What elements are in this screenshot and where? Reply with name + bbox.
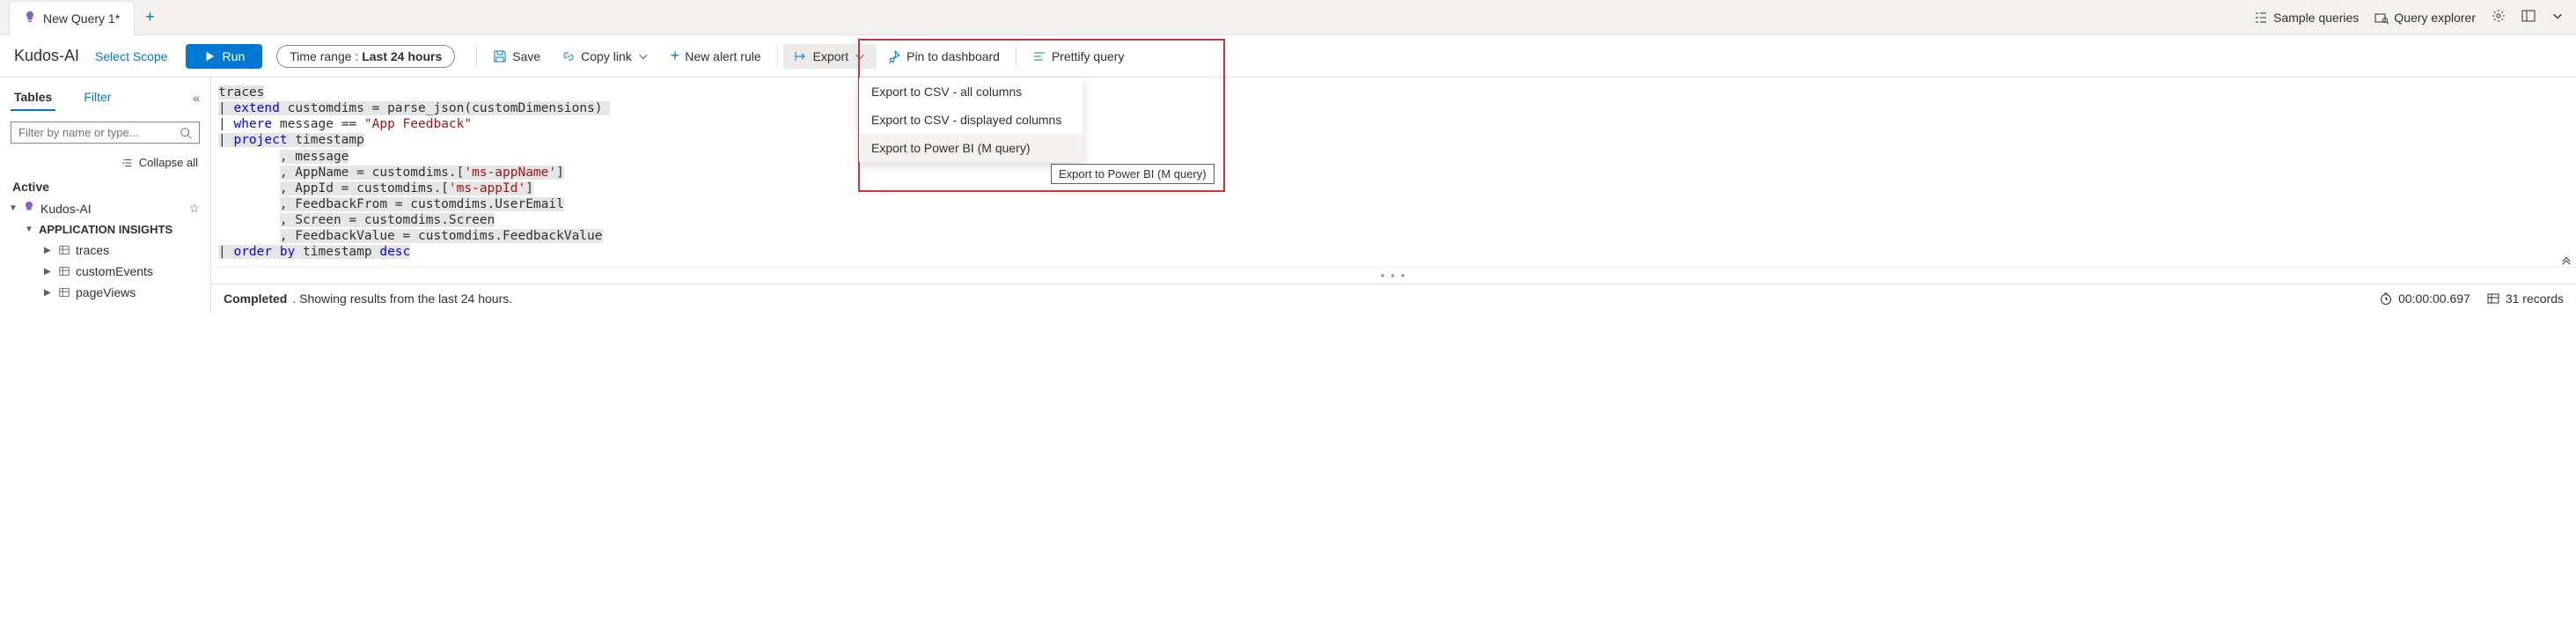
list-icon bbox=[2254, 11, 2268, 25]
select-scope-link[interactable]: Select Scope bbox=[95, 49, 168, 63]
export-menu-item[interactable]: Export to CSV - all columns bbox=[859, 78, 1083, 106]
tree-item[interactable]: ▶traces bbox=[9, 240, 202, 261]
caret-right-icon: ▶ bbox=[44, 246, 53, 255]
panel-icon bbox=[2521, 9, 2536, 23]
table-icon bbox=[2486, 292, 2500, 306]
plus-icon: + bbox=[671, 47, 680, 65]
drag-handle[interactable]: • • • bbox=[211, 267, 2576, 284]
link-icon bbox=[561, 49, 576, 63]
status-bar: Completed . Showing results from the las… bbox=[211, 284, 2576, 313]
chevron-down-icon bbox=[637, 50, 650, 63]
sidebar-tabs: Tables Filter « bbox=[0, 78, 210, 111]
prettify-button[interactable]: Prettify query bbox=[1022, 44, 1134, 69]
collapse-sidebar-button[interactable]: « bbox=[193, 91, 200, 105]
tab-filter[interactable]: Filter bbox=[80, 85, 114, 111]
tab-label: New Query 1* bbox=[43, 11, 120, 26]
settings-button[interactable] bbox=[2492, 9, 2506, 26]
code-editor[interactable]: traces | extend customdims = parse_json(… bbox=[211, 78, 2576, 267]
table-icon bbox=[58, 244, 70, 256]
status-detail: . Showing results from the last 24 hours… bbox=[292, 292, 512, 306]
tab-tables[interactable]: Tables bbox=[11, 85, 55, 111]
top-right-actions: Sample queries Query explorer bbox=[2254, 9, 2576, 26]
separator bbox=[777, 46, 778, 67]
sidebar-tree: ▼ Kudos-AI ☆ ▼ APPLICATION INSIGHTS ▶tra… bbox=[0, 197, 210, 303]
table-icon bbox=[58, 265, 70, 277]
favorite-icon[interactable]: ☆ bbox=[188, 201, 200, 216]
collapse-all-button[interactable]: Collapse all bbox=[0, 154, 210, 171]
editor-area: traces | extend customdims = parse_json(… bbox=[211, 78, 2576, 313]
export-menu: Export to CSV - all columnsExport to CSV… bbox=[859, 78, 1083, 162]
time-range-pill[interactable]: Time range : Last 24 hours bbox=[276, 45, 455, 68]
toolbar: Kudos-AI Select Scope Run Time range : L… bbox=[0, 35, 2576, 78]
caret-down-icon: ▼ bbox=[9, 203, 18, 213]
gear-icon bbox=[2492, 9, 2506, 23]
export-icon bbox=[794, 49, 808, 63]
status-records: 31 records bbox=[2486, 292, 2564, 306]
new-alert-button[interactable]: + New alert rule bbox=[660, 41, 772, 70]
prettify-icon bbox=[1032, 49, 1046, 63]
panel-layout-button[interactable] bbox=[2521, 9, 2536, 26]
play-icon bbox=[203, 50, 216, 63]
main: Tables Filter « Collapse all Active ▼ Ku… bbox=[0, 78, 2576, 313]
stopwatch-icon bbox=[2379, 292, 2393, 306]
tree-item[interactable]: ▶pageViews bbox=[9, 282, 202, 303]
caret-right-icon: ▶ bbox=[44, 288, 53, 298]
caret-down-icon: ▼ bbox=[25, 225, 33, 234]
status-completed: Completed bbox=[224, 292, 287, 306]
search-icon bbox=[180, 127, 192, 139]
status-time: 00:00:00.697 bbox=[2379, 292, 2470, 306]
export-menu-item[interactable]: Export to CSV - displayed columns bbox=[859, 106, 1083, 134]
new-tab-button[interactable]: + bbox=[145, 8, 155, 26]
tree-root[interactable]: ▼ Kudos-AI ☆ bbox=[9, 197, 202, 219]
save-button[interactable]: Save bbox=[482, 44, 551, 69]
chevron-down-icon[interactable] bbox=[2551, 10, 2564, 25]
sample-queries-button[interactable]: Sample queries bbox=[2254, 11, 2359, 25]
query-tab[interactable]: New Query 1* bbox=[9, 1, 135, 35]
folder-search-icon bbox=[2374, 11, 2389, 25]
separator bbox=[476, 46, 477, 67]
pin-icon bbox=[887, 49, 901, 63]
chevron-down-icon bbox=[854, 50, 866, 63]
tab-bar: New Query 1* + Sample queries Query expl… bbox=[0, 0, 2576, 35]
export-tooltip: Export to Power BI (M query) bbox=[1051, 164, 1215, 184]
caret-right-icon: ▶ bbox=[44, 267, 53, 277]
sidebar: Tables Filter « Collapse all Active ▼ Ku… bbox=[0, 78, 211, 313]
collapse-icon bbox=[121, 157, 134, 169]
scroll-up-button[interactable] bbox=[2560, 254, 2572, 269]
copy-link-button[interactable]: Copy link bbox=[551, 44, 660, 69]
export-menu-item[interactable]: Export to Power BI (M query) bbox=[859, 134, 1083, 162]
tree-item[interactable]: ▶customEvents bbox=[9, 261, 202, 282]
pin-button[interactable]: Pin to dashboard bbox=[877, 44, 1010, 69]
lightbulb-icon bbox=[23, 201, 35, 216]
export-button[interactable]: Export bbox=[783, 44, 877, 69]
filter-input[interactable] bbox=[18, 126, 180, 139]
query-explorer-button[interactable]: Query explorer bbox=[2374, 11, 2476, 25]
table-icon bbox=[58, 286, 70, 299]
sidebar-section-active: Active bbox=[0, 171, 210, 197]
run-button[interactable]: Run bbox=[186, 44, 263, 69]
lightbulb-icon bbox=[24, 11, 36, 26]
tree-group[interactable]: ▼ APPLICATION INSIGHTS bbox=[9, 219, 202, 240]
scope-name: Kudos-AI bbox=[14, 47, 79, 65]
save-icon bbox=[493, 49, 507, 63]
filter-input-wrapper bbox=[11, 122, 200, 144]
